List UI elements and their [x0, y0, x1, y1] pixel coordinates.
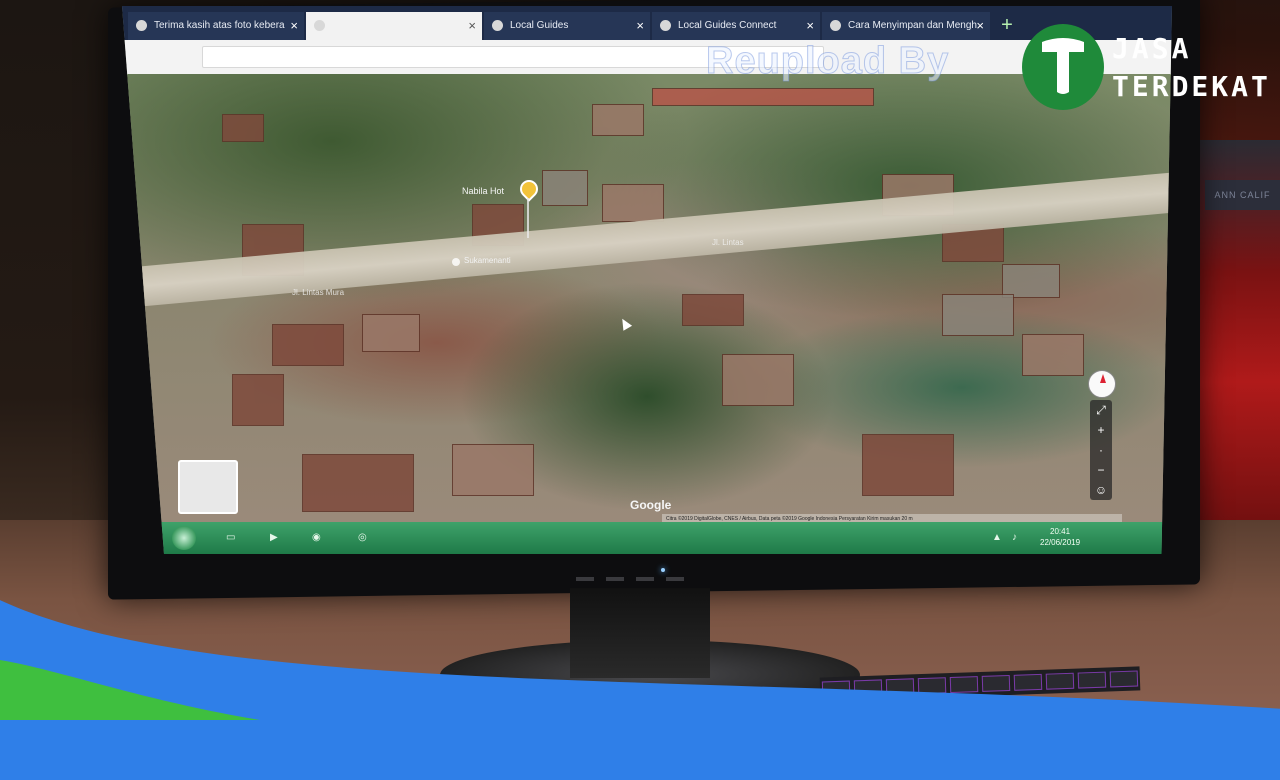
monitor-button[interactable] [666, 577, 684, 581]
network-icon[interactable]: ▲ [992, 532, 1006, 544]
rooftop [452, 444, 534, 496]
key [1077, 671, 1107, 689]
road-label-left: Jl. Lintas Mura [292, 288, 345, 297]
rooftop [1002, 264, 1060, 298]
rooftop [362, 314, 420, 352]
logo-line-1: JASA [1112, 32, 1192, 65]
logo-line-2: TERDEKAT [1112, 70, 1271, 103]
rooftop [592, 104, 644, 136]
monitor-stand-neck [570, 588, 710, 678]
key [1013, 673, 1043, 691]
rooftop [232, 374, 284, 426]
rooftop [652, 88, 874, 106]
close-icon[interactable]: × [468, 12, 476, 40]
windows-taskbar: ▭ ▶ ◉ ◎ ▲ ♪ 20:41 22/06/2019 [122, 522, 1172, 554]
clock-date: 22/06/2019 [1040, 538, 1081, 547]
browser-tab-bar: Terima kasih atas foto kebera × × Local … [122, 6, 1172, 40]
system-clock[interactable]: 20:41 22/06/2019 [1040, 526, 1080, 548]
rooftop [862, 434, 954, 496]
zoom-in-button[interactable]: + [1090, 420, 1112, 440]
monitor-buttons [576, 568, 726, 581]
explorer-icon[interactable]: ▭ [226, 532, 240, 544]
browser-tab-2[interactable]: × [306, 12, 482, 40]
rooftop [722, 354, 794, 406]
monitor-button[interactable] [576, 577, 594, 581]
browser-tab-5[interactable]: Cara Menyimpan dan Mengh × [822, 12, 990, 40]
volume-icon[interactable]: ♪ [1012, 532, 1026, 544]
monitor-screen: Terima kasih atas foto kebera × × Local … [122, 6, 1172, 554]
favicon-icon [830, 20, 841, 31]
zoom-controls: ⤢ + · − ☺ [1090, 400, 1112, 500]
tab-label: Local Guides Connect [678, 20, 777, 31]
favicon-icon [660, 20, 671, 31]
browser-tab-1[interactable]: Terima kasih atas foto kebera × [128, 12, 304, 40]
zoom-out-button[interactable]: − [1090, 460, 1112, 480]
favicon-icon [136, 20, 147, 31]
chrome-icon[interactable]: ◉ [312, 532, 326, 544]
new-tab-plus-icon[interactable]: + [998, 15, 1016, 35]
key [917, 677, 947, 695]
key [949, 676, 979, 694]
road-label-right: Jl. Lintas [712, 238, 744, 247]
power-led-icon [661, 568, 665, 572]
rooftop [542, 170, 588, 206]
rooftop [682, 294, 744, 326]
monitor-button[interactable] [606, 577, 624, 581]
tab-label: Local Guides [510, 20, 569, 31]
browser-tab-3[interactable]: Local Guides × [484, 12, 650, 40]
chair-label: ANN CALIF [1205, 180, 1280, 210]
place-label: Sukamenanti [464, 256, 511, 265]
key [981, 674, 1011, 692]
tilt-icon[interactable]: ⤢ [1090, 400, 1112, 420]
tab-label: Cara Menyimpan dan Mengh [848, 20, 977, 31]
mouse-cursor-icon [617, 316, 633, 331]
clock-time: 20:41 [1050, 527, 1071, 536]
close-icon[interactable]: × [636, 12, 644, 40]
rooftop [272, 324, 344, 366]
rooftop [942, 294, 1014, 336]
address-bar [122, 40, 1172, 75]
rooftop [302, 454, 414, 512]
map-pin-icon[interactable] [516, 176, 542, 202]
close-icon[interactable]: × [290, 12, 298, 40]
close-icon[interactable]: × [976, 12, 984, 40]
favicon-icon [492, 20, 503, 31]
rooftop [222, 114, 264, 142]
reupload-watermark: Reupload By [705, 40, 950, 83]
google-logo: Google [630, 498, 672, 512]
media-icon[interactable]: ▶ [270, 532, 284, 544]
favicon-icon [314, 20, 325, 31]
browser-icon[interactable]: ◎ [358, 532, 372, 544]
place-dot-icon[interactable] [452, 258, 460, 266]
satellite-map[interactable]: Jl. Lintas Mura Jl. Lintas Nabila Hot Su… [122, 74, 1172, 524]
key [1045, 672, 1075, 690]
pegman-icon[interactable]: ☺ [1090, 480, 1112, 500]
monitor-button[interactable] [636, 577, 654, 581]
zoom-separator: · [1099, 443, 1103, 457]
close-icon[interactable]: × [806, 12, 814, 40]
jasa-terdekat-t-icon [1042, 38, 1084, 94]
pin-label: Nabila Hot [462, 186, 505, 196]
start-button[interactable] [172, 526, 196, 550]
jasa-terdekat-wordmark: JASA TERDEKAT [1112, 30, 1271, 106]
tab-label: Terima kasih atas foto kebera [154, 20, 285, 31]
compass-icon[interactable] [1088, 370, 1116, 398]
pin-stem [527, 198, 529, 238]
browser-tab-4[interactable]: Local Guides Connect × [652, 12, 820, 40]
map-type-thumbnail[interactable] [178, 460, 238, 514]
rooftop [1022, 334, 1084, 376]
rooftop [602, 184, 664, 222]
key [1109, 670, 1139, 688]
